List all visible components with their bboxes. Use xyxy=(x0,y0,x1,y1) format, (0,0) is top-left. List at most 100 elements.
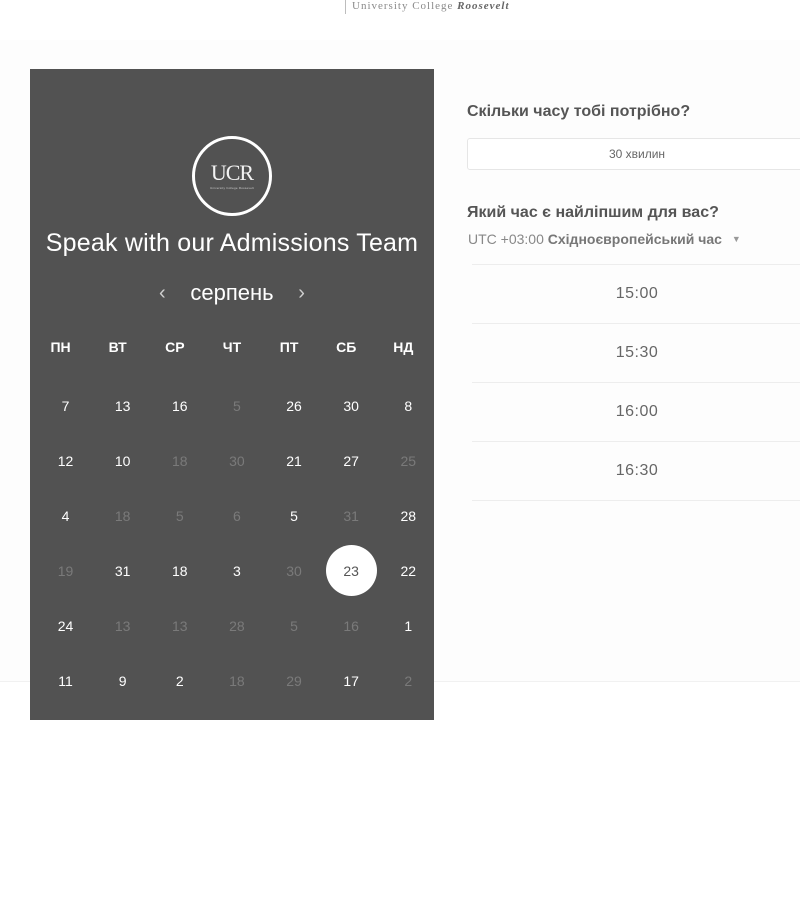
calendar-day[interactable]: 9 xyxy=(94,653,151,708)
calendar-day-number: 30 xyxy=(286,562,302,579)
month-label: серпень xyxy=(190,280,274,305)
calendar-day-number: 24 xyxy=(57,617,74,634)
calendar-day[interactable]: 26 xyxy=(266,378,323,433)
calendar-day[interactable]: 4 xyxy=(37,488,94,543)
calendar-day-number: 26 xyxy=(286,397,302,414)
calendar-day-number: 28 xyxy=(229,617,245,634)
calendar-day[interactable]: 22 xyxy=(380,543,437,598)
caret-down-icon: ▼ xyxy=(731,234,741,244)
calendar-day-number: 29 xyxy=(286,672,302,689)
logo-subtext: University College Roosevelt xyxy=(210,186,254,190)
calendar-day[interactable]: 24 xyxy=(37,598,94,653)
calendar-day[interactable]: 10 xyxy=(94,433,151,488)
calendar-day[interactable]: 13 xyxy=(94,378,151,433)
calendar-day[interactable]: 28 xyxy=(380,488,437,543)
calendar-day-number: 18 xyxy=(172,452,188,469)
scheduler-frame: UCR University College Roosevelt Speak w… xyxy=(0,40,800,720)
calendar-day[interactable]: 30 xyxy=(323,378,380,433)
calendar-day[interactable]: 27 xyxy=(323,433,380,488)
calendar-day: 18 xyxy=(208,653,265,708)
calendar-week-row: 11 9 2 18 29 17 2 xyxy=(37,653,437,708)
brand-wordmark: University College Roosevelt xyxy=(345,0,510,14)
calendar-day[interactable]: 11 xyxy=(37,653,94,708)
month-navigation: ‹ серпень › xyxy=(30,277,434,309)
time-slot-list: 15:00 15:30 16:00 16:30 xyxy=(472,264,800,501)
calendar-day: 5 xyxy=(266,598,323,653)
calendar-day[interactable]: 7 xyxy=(37,378,94,433)
brand-line1: University College xyxy=(352,0,454,12)
calendar-day-number: 1 xyxy=(404,617,413,634)
timezone-name: Східноєвропейський час xyxy=(547,231,722,247)
calendar-day-number: 16 xyxy=(172,397,188,414)
duration-select[interactable]: 30 хвилин xyxy=(467,138,800,170)
calendar-week-row: 4 18 5 6 5 31 28 xyxy=(37,488,437,543)
calendar-day: 30 xyxy=(266,543,323,598)
calendar-day-number: 21 xyxy=(286,452,302,469)
calendar-day-number: 5 xyxy=(233,397,241,414)
weekday-label: СБ xyxy=(336,339,357,355)
calendar-day-number: 2 xyxy=(404,672,413,689)
calendar-day: 30 xyxy=(208,433,265,488)
time-slot-button[interactable]: 15:30 xyxy=(472,324,800,383)
calendar-day: 16 xyxy=(323,598,380,653)
calendar-day[interactable]: 8 xyxy=(380,378,437,433)
calendar-day: 19 xyxy=(37,543,94,598)
weekday-label: СР xyxy=(165,339,185,355)
calendar-day-number: 5 xyxy=(290,617,298,634)
day-grid: 7 13 16 5 26 30 8 12 10 18 30 21 27 25 4 18 5 6 5 31 28 19 31 1… xyxy=(37,378,437,708)
time-slot-button[interactable]: 15:00 xyxy=(472,265,800,324)
brand-line2: Roosevelt xyxy=(457,0,510,12)
time-slot-button[interactable]: 16:30 xyxy=(472,442,800,501)
calendar-day[interactable]: 5 xyxy=(266,488,323,543)
calendar-day: 18 xyxy=(151,433,208,488)
calendar-day[interactable]: 31 xyxy=(94,543,151,598)
calendar-day-number: 5 xyxy=(290,507,298,524)
logo-text: UCR xyxy=(210,160,254,185)
calendar-day-number: 28 xyxy=(400,507,417,524)
calendar-day-number: 27 xyxy=(343,452,359,469)
ucr-logo: UCR University College Roosevelt xyxy=(192,136,272,216)
calendar-title: Speak with our Admissions Team xyxy=(45,229,419,257)
calendar-day-selected[interactable]: 23 xyxy=(323,543,380,598)
calendar-day-number: 5 xyxy=(175,507,184,524)
duration-question: Скільки часу тобі потрібно? xyxy=(467,103,691,120)
calendar-day[interactable]: 3 xyxy=(208,543,265,598)
time-slot-button[interactable]: 16:00 xyxy=(472,383,800,442)
calendar-day: 25 xyxy=(380,433,437,488)
calendar-week-row: 7 13 16 5 26 30 8 xyxy=(37,378,437,433)
next-month-chevron-icon[interactable]: › xyxy=(288,282,316,305)
calendar-day[interactable]: 16 xyxy=(151,378,208,433)
calendar-day[interactable]: 17 xyxy=(323,653,380,708)
calendar-day-number: 30 xyxy=(229,452,245,469)
calendar-day: 31 xyxy=(323,488,380,543)
calendar-day-number: 31 xyxy=(114,562,131,579)
prev-month-chevron-icon[interactable]: ‹ xyxy=(148,282,176,305)
calendar-day-number: 2 xyxy=(175,672,184,689)
calendar-day-number: 22 xyxy=(400,562,417,579)
calendar-day[interactable]: 2 xyxy=(151,653,208,708)
calendar-day: 13 xyxy=(151,598,208,653)
calendar-panel: UCR University College Roosevelt Speak w… xyxy=(30,69,434,720)
calendar-day[interactable]: 12 xyxy=(37,433,94,488)
calendar-day: 13 xyxy=(94,598,151,653)
calendar-day-number: 7 xyxy=(61,397,70,414)
weekday-header: ПН ВТ СР ЧТ ПТ СБ НД xyxy=(32,339,432,355)
calendar-day-number: 6 xyxy=(233,507,241,524)
calendar-day-number: 8 xyxy=(404,397,413,414)
calendar-day[interactable]: 1 xyxy=(380,598,437,653)
calendar-week-row: 24 13 13 28 5 16 1 xyxy=(37,598,437,653)
calendar-day: 5 xyxy=(151,488,208,543)
calendar-week-row: 19 31 18 3 30 23 22 xyxy=(37,543,437,598)
calendar-day[interactable]: 18 xyxy=(151,543,208,598)
calendar-day: 5 xyxy=(208,378,265,433)
calendar-day-number: 25 xyxy=(400,452,417,469)
timezone-select[interactable]: UTC +03:00 Східноєвропейський час ▼ xyxy=(468,231,741,247)
calendar-day[interactable]: 21 xyxy=(266,433,323,488)
time-question: Який час є найліпшим для вас? xyxy=(467,204,719,221)
timezone-offset: UTC +03:00 xyxy=(468,231,544,247)
calendar-day-number: 30 xyxy=(343,397,359,414)
calendar-day-number: 23 xyxy=(325,545,377,596)
weekday-label: ПН xyxy=(50,339,71,355)
weekday-label: ВТ xyxy=(108,339,127,355)
calendar-week-row: 12 10 18 30 21 27 25 xyxy=(37,433,437,488)
